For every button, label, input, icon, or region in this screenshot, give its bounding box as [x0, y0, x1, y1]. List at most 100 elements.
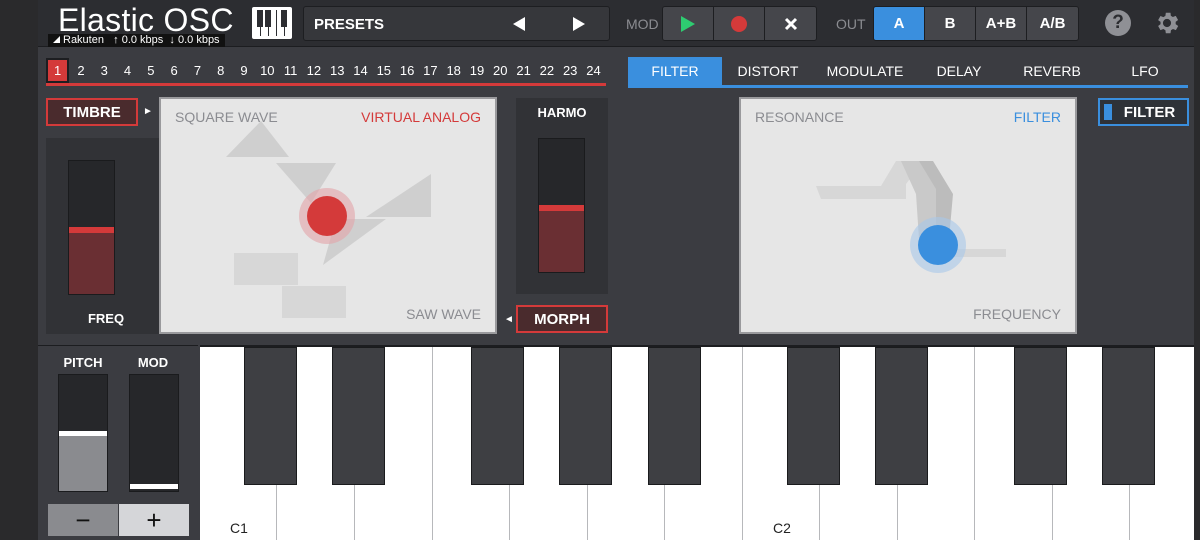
channel-13[interactable]: 13: [326, 58, 349, 83]
channel-1[interactable]: 1: [46, 58, 70, 83]
presets-bar: PRESETS: [303, 6, 610, 41]
effect-tabs: FILTER DISTORT MODULATE DELAY REVERB LFO: [628, 57, 1188, 88]
black-key-cs2[interactable]: [787, 347, 840, 485]
channel-12[interactable]: 12: [302, 58, 325, 83]
pitch-wheel-fill: [59, 433, 107, 491]
tab-modulate[interactable]: MODULATE: [814, 57, 916, 85]
out-a-plus-b-button[interactable]: A+B: [976, 7, 1027, 40]
freq-label: FREQ: [87, 311, 125, 326]
signal-icon: [53, 36, 60, 43]
black-key-ds2[interactable]: [875, 347, 928, 485]
channel-15[interactable]: 15: [372, 58, 395, 83]
pad-label-filter: FILTER: [1013, 109, 1061, 125]
black-key-as1[interactable]: [648, 347, 701, 485]
filter-toggle-label: FILTER: [1123, 103, 1176, 121]
pitch-wheel-handle[interactable]: [59, 431, 107, 436]
channel-7[interactable]: 7: [186, 58, 209, 83]
black-key-gs2[interactable]: [1102, 347, 1155, 485]
harmo-slider-handle[interactable]: [539, 205, 584, 211]
channel-18[interactable]: 18: [442, 58, 465, 83]
filter-toggle-button[interactable]: FILTER: [1098, 98, 1189, 126]
tab-delay[interactable]: DELAY: [916, 57, 1002, 85]
channel-14[interactable]: 14: [349, 58, 372, 83]
channel-21[interactable]: 21: [512, 58, 535, 83]
waveform-shapes: [226, 121, 431, 318]
prev-preset-button[interactable]: [489, 7, 549, 40]
pad-label-resonance: RESONANCE: [755, 109, 844, 125]
channel-3[interactable]: 3: [93, 58, 116, 83]
tab-filter[interactable]: FILTER: [628, 57, 722, 85]
record-button[interactable]: [714, 7, 765, 40]
pad-label-virtual-analog: VIRTUAL ANALOG: [361, 109, 481, 125]
key-label-c1: C1: [230, 520, 248, 536]
channel-selector: 1 2 3 4 5 6 7 8 9 10 11 12 13 14 15 16 1…: [46, 58, 606, 86]
channel-23[interactable]: 23: [559, 58, 582, 83]
harmo-slider[interactable]: [538, 138, 585, 273]
filter-xy-pad[interactable]: RESONANCE FILTER FREQUENCY: [739, 97, 1077, 334]
out-a-div-b-button[interactable]: A/B: [1027, 7, 1078, 40]
prev-arrow-icon: [513, 16, 525, 31]
pitch-wheel[interactable]: [58, 374, 108, 492]
black-key-ds1[interactable]: [332, 347, 385, 485]
tab-distort[interactable]: DISTORT: [722, 57, 814, 85]
performance-controls: PITCH MOD − +: [38, 345, 198, 540]
mod-wheel[interactable]: [129, 374, 179, 492]
channel-2[interactable]: 2: [69, 58, 92, 83]
mod-wheel-label: MOD: [137, 355, 169, 370]
tab-lfo[interactable]: LFO: [1102, 57, 1188, 85]
channel-20[interactable]: 20: [489, 58, 512, 83]
next-arrow-icon: [573, 16, 585, 31]
channel-6[interactable]: 6: [162, 58, 185, 83]
out-a-button[interactable]: A: [874, 7, 925, 40]
channel-10[interactable]: 10: [256, 58, 279, 83]
help-icon[interactable]: ?: [1105, 10, 1131, 36]
tab-reverb[interactable]: REVERB: [1002, 57, 1102, 85]
black-key-gs1[interactable]: [559, 347, 612, 485]
mod-label: MOD: [626, 16, 659, 32]
channel-11[interactable]: 11: [279, 58, 302, 83]
channel-5[interactable]: 5: [139, 58, 162, 83]
pad-label-frequency: FREQUENCY: [973, 306, 1061, 322]
out-b-button[interactable]: B: [925, 7, 976, 40]
left-edge: [0, 0, 38, 540]
carrier-name: Rakuten: [63, 34, 104, 46]
octave-up-button[interactable]: +: [119, 504, 189, 536]
out-label: OUT: [836, 16, 866, 32]
black-key-fs2[interactable]: [1014, 347, 1067, 485]
right-edge: [1194, 0, 1200, 540]
harmo-slider-fill: [539, 205, 584, 272]
black-key-cs1[interactable]: [244, 347, 297, 485]
freq-slider[interactable]: [68, 160, 115, 295]
channel-8[interactable]: 8: [209, 58, 232, 83]
channel-16[interactable]: 16: [395, 58, 418, 83]
channel-24[interactable]: 24: [582, 58, 605, 83]
channel-17[interactable]: 17: [419, 58, 442, 83]
channel-19[interactable]: 19: [465, 58, 488, 83]
oscillator-xy-pad[interactable]: SQUARE WAVE VIRTUAL ANALOG SAW WAVE: [159, 97, 497, 334]
gear-icon[interactable]: [1153, 9, 1181, 37]
play-button[interactable]: [663, 7, 714, 40]
upload-rate: ↑ 0.0 kbps: [113, 34, 164, 46]
pitch-label: PITCH: [63, 355, 103, 370]
octave-down-button[interactable]: −: [48, 504, 118, 536]
filter-curve-shape: [816, 161, 1006, 273]
keyboard-icon[interactable]: [252, 7, 292, 39]
next-preset-button[interactable]: [549, 7, 609, 40]
channel-4[interactable]: 4: [116, 58, 139, 83]
presets-label[interactable]: PRESETS: [314, 16, 384, 33]
clear-button[interactable]: [765, 7, 816, 40]
timbre-button[interactable]: TIMBRE: [46, 98, 138, 126]
black-key-fs1[interactable]: [471, 347, 524, 485]
mod-wheel-handle[interactable]: [130, 484, 178, 489]
transport-controls: [662, 6, 817, 41]
synth-app: Elastic OSC Rakuten ↑ 0.0 kbps ↓ 0.0 kbp…: [38, 0, 1194, 540]
channel-22[interactable]: 22: [535, 58, 558, 83]
channel-9[interactable]: 9: [232, 58, 255, 83]
pad-label-square-wave: SQUARE WAVE: [175, 109, 278, 125]
play-icon: [681, 15, 695, 32]
filter-toggle-indicator: [1104, 104, 1112, 120]
key-label-c2: C2: [773, 520, 791, 536]
morph-button[interactable]: MORPH: [516, 305, 608, 333]
freq-slider-handle[interactable]: [69, 227, 114, 233]
harmo-slider-panel: HARMO: [516, 98, 608, 294]
